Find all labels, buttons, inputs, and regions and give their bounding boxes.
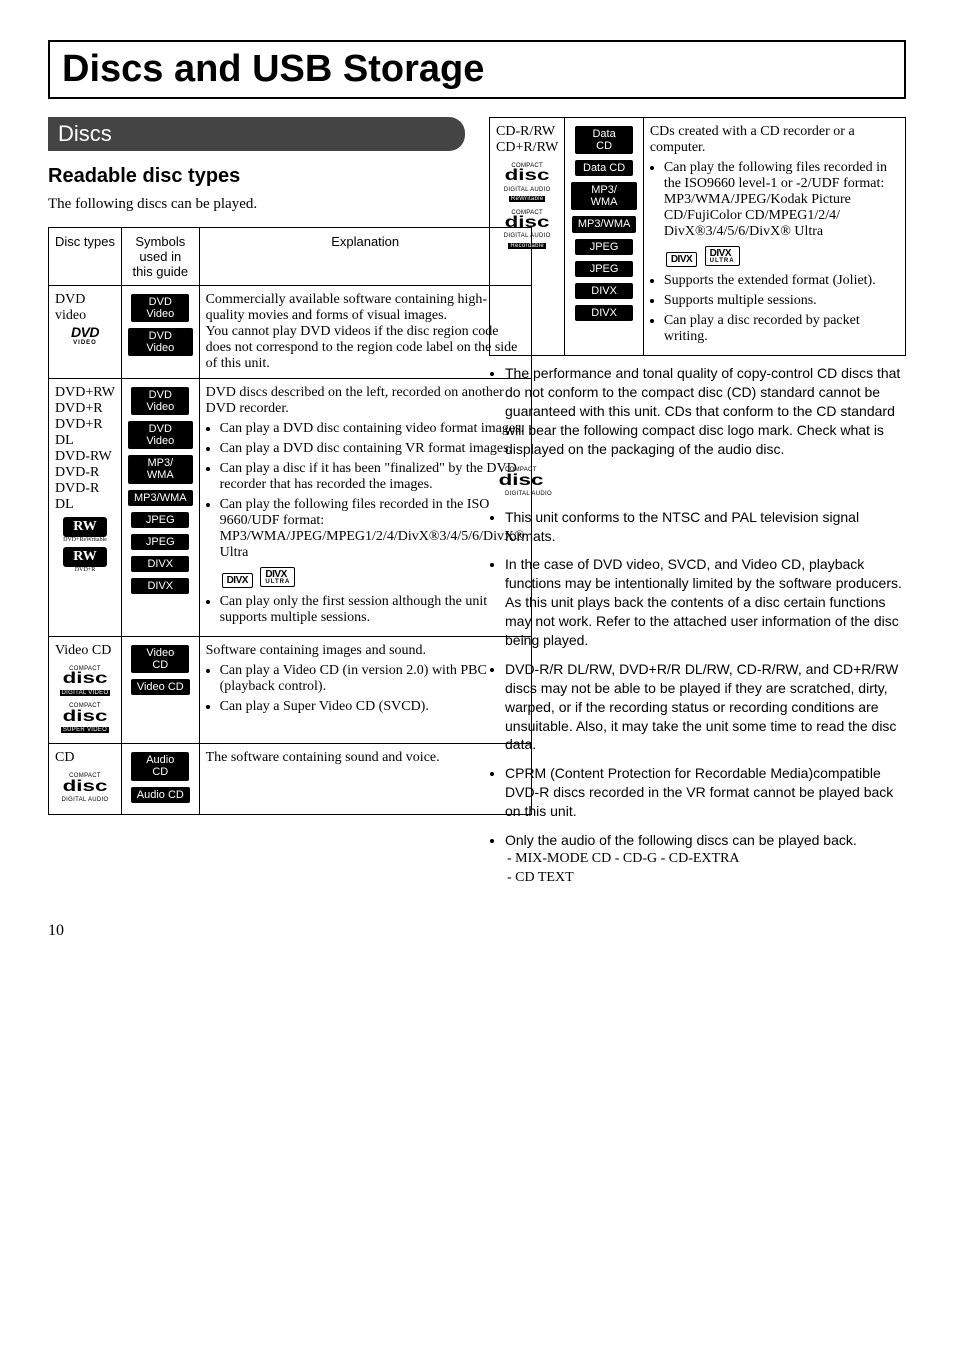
badge-video-cd: Video CD — [131, 645, 189, 673]
list-item: DVD-R/R DL/RW, DVD+R/R DL/RW, CD-R/RW, a… — [505, 660, 906, 754]
badge-audio-cd-alt: Audio CD — [131, 787, 190, 803]
compact-disc-logo-icon: COMPACT disc DIGITAL AUDIO Recordable — [496, 207, 558, 250]
left-column: Discs Readable disc types The following … — [48, 117, 465, 898]
badge-jpeg: JPEG — [131, 512, 189, 528]
list-item: In the case of DVD video, SVCD, and Vide… — [505, 555, 906, 649]
badge-mp3-wma: MP3/ WMA — [571, 182, 636, 210]
list-item: Can play a Super Video CD (SVCD). — [220, 699, 525, 715]
list-item: Can play a disc recorded by packet writi… — [664, 313, 899, 345]
table-row: Video CD COMPACT disc DIGITAL VIDEO COMP… — [49, 637, 532, 744]
disc-type-label: DVD-RW — [55, 449, 115, 465]
disc-type-label: DVD video — [55, 292, 86, 323]
explanation-intro: Software containing images and sound. — [206, 643, 525, 659]
disc-type-label: DVD+R — [55, 401, 115, 417]
badge-jpeg: JPEG — [575, 239, 633, 255]
compact-disc-logo-icon: COMPACT disc SUPER VIDEO — [55, 700, 115, 733]
badge-divx-alt: DIVX — [575, 305, 633, 321]
disc-types-table: Disc types Symbols used in this guide Ex… — [48, 227, 532, 815]
disc-type-label: CD — [55, 750, 74, 765]
disc-type-label: DVD+R DL — [55, 417, 115, 449]
disc-type-label: DVD-R — [55, 465, 115, 481]
list-item: Can play the following files recorded in… — [220, 497, 525, 561]
table-row: DVD video DVD VIDEO DVD Video DVD Video … — [49, 286, 532, 379]
compact-disc-logo-icon: COMPACT disc DIGITAL VIDEO — [55, 663, 115, 696]
page-title: Discs and USB Storage — [62, 48, 892, 91]
dvd-logo-icon: DVD VIDEO — [55, 324, 115, 346]
list-item: Can play only the first session although… — [220, 594, 525, 626]
badge-data-cd-alt: Data CD — [575, 160, 633, 176]
list-item: Can play a disc if it has been "finalize… — [220, 461, 525, 493]
compact-disc-logo-icon: COMPACT disc DIGITAL AUDIO ReWritable — [496, 160, 558, 203]
badge-divx: DIVX — [575, 283, 633, 299]
divx-logo-icon: DIVX — [666, 252, 697, 267]
badge-dvd-video: DVD Video — [131, 294, 189, 322]
table-row: CD COMPACT disc DIGITAL AUDIO Audio CD A… — [49, 744, 532, 814]
badge-dvd-video-alt: DVD Video — [128, 328, 193, 356]
section-discs-heading: Discs — [48, 117, 465, 151]
list-item: Supports the extended format (Joliet). — [664, 273, 899, 289]
explanation-text: Commercially available software containi… — [199, 286, 531, 379]
disc-type-label: CD-R/RW — [496, 124, 558, 140]
compact-disc-logo-icon: COMPACT disc DIGITAL AUDIO — [55, 770, 115, 803]
readable-disc-types-heading: Readable disc types — [48, 165, 465, 188]
explanation-intro: DVD discs described on the left, recorde… — [206, 385, 525, 417]
compact-disc-logo-icon: COMPACT disc DIGITAL AUDIO — [505, 464, 906, 497]
divx-ultra-logo-icon: DIVX ULTRA — [260, 567, 295, 587]
page-title-box: Discs and USB Storage — [48, 40, 906, 99]
list-item: Can play a DVD disc containing video for… — [220, 421, 525, 437]
disc-type-label: DVD-R DL — [55, 481, 115, 513]
badge-data-cd: Data CD — [575, 126, 633, 154]
explanation-intro: CDs created with a CD recorder or a comp… — [650, 124, 899, 156]
badge-divx: DIVX — [131, 556, 189, 572]
audio-only-line-1: - MIX-MODE CD - CD-G - CD-EXTRA — [507, 850, 906, 869]
table-row: CD-R/RW CD+R/RW COMPACT disc DIGITAL AUD… — [490, 118, 906, 356]
badge-mp3-wma-alt: MP3/WMA — [572, 216, 637, 232]
disc-types-table-continued: CD-R/RW CD+R/RW COMPACT disc DIGITAL AUD… — [489, 117, 906, 356]
list-item: The performance and tonal quality of cop… — [505, 364, 906, 498]
readable-disc-types-lead: The following discs can be played. — [48, 196, 465, 213]
divx-logo-icon: DIVX — [222, 573, 253, 588]
table-header-symbols: Symbols used in this guide — [122, 228, 200, 286]
divx-ultra-logo-icon: DIVX ULTRA — [705, 246, 740, 266]
table-header-types: Disc types — [49, 228, 122, 286]
disc-type-label: DVD+RW — [55, 385, 115, 401]
table-row: DVD+RW DVD+R DVD+R DL DVD-RW DVD-R DVD-R… — [49, 379, 532, 637]
page-number: 10 — [48, 922, 906, 940]
list-item: Supports multiple sessions. — [664, 293, 899, 309]
badge-video-cd-alt: Video CD — [131, 679, 190, 695]
table-header-explanation: Explanation — [199, 228, 531, 286]
list-item: Can play a Video CD (in version 2.0) wit… — [220, 663, 525, 695]
badge-jpeg-alt: JPEG — [131, 534, 189, 550]
rw-logo-icon: RW — [63, 547, 107, 567]
audio-only-line-2: - CD TEXT — [507, 869, 906, 888]
list-item: Only the audio of the following discs ca… — [505, 831, 906, 888]
list-item: Can play the following files recorded in… — [664, 160, 899, 240]
badge-audio-cd: Audio CD — [131, 752, 189, 780]
right-column: CD-R/RW CD+R/RW COMPACT disc DIGITAL AUD… — [489, 117, 906, 898]
disc-type-label: CD+R/RW — [496, 140, 558, 156]
list-item: CPRM (Content Protection for Recordable … — [505, 764, 906, 821]
notes-list: The performance and tonal quality of cop… — [489, 364, 906, 888]
badge-mp3-wma-alt: MP3/WMA — [128, 490, 193, 506]
badge-dvd-video: DVD Video — [131, 387, 189, 415]
badge-dvd-video-alt: DVD Video — [128, 421, 193, 449]
disc-type-label: Video CD — [55, 643, 111, 658]
badge-mp3-wma: MP3/ WMA — [128, 455, 193, 483]
explanation-text: The software containing sound and voice. — [199, 744, 531, 814]
list-item: Can play a DVD disc containing VR format… — [220, 441, 525, 457]
list-item: This unit conforms to the NTSC and PAL t… — [505, 508, 906, 546]
badge-jpeg-alt: JPEG — [575, 261, 633, 277]
rw-logo-icon: RW — [63, 517, 107, 537]
badge-divx-alt: DIVX — [131, 578, 189, 594]
